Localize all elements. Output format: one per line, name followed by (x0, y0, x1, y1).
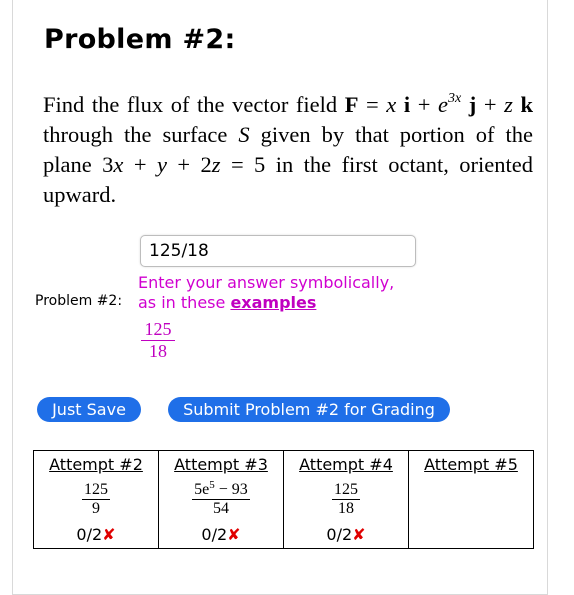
attempt-denominator: 9 (92, 500, 100, 517)
preview-denominator: 18 (149, 341, 167, 361)
page-frame-right (547, 0, 548, 595)
attempt-score: 0/2✘ (284, 525, 408, 545)
hint-line-2: as in these (138, 293, 226, 312)
attempt-cell: Attempt #3 5e5 − 93 54 0/2✘ (158, 450, 284, 549)
attempt-numerator: 5e5 − 93 (192, 480, 250, 499)
attempt-score-value: 0/2 (201, 525, 228, 544)
problem-statement: Find the flux of the vector field F = x … (43, 91, 533, 208)
attempt-score: 0/2✘ (34, 525, 158, 545)
attempt-score: 0/2✘ (159, 525, 283, 545)
numerator-base: 5e (194, 481, 210, 498)
submit-button[interactable]: Submit Problem #2 for Grading (168, 397, 450, 422)
preview-numerator: 125 (144, 319, 172, 339)
attempt-header[interactable]: Attempt #2 (34, 455, 158, 475)
attempt-header[interactable]: Attempt #4 (284, 455, 408, 475)
attempt-numerator: 125 (334, 481, 358, 498)
attempt-answer: 125 18 (332, 481, 360, 518)
attempt-numerator: 125 (84, 481, 108, 498)
attempts-table: Attempt #2 125 9 0/2✘ Attempt #3 5e5 − 9… (33, 450, 534, 549)
wrong-mark-icon: ✘ (227, 525, 241, 544)
hint-line-1: Enter your answer symbolically, (138, 273, 395, 292)
attempt-answer: 125 9 (82, 481, 110, 518)
answer-input[interactable]: 125/18 (140, 235, 416, 267)
attempt-header[interactable]: Attempt #3 (159, 455, 283, 475)
attempt-cell: Attempt #2 125 9 0/2✘ (33, 450, 159, 549)
attempt-cell: Attempt #5 (408, 450, 534, 549)
attempt-cell: Attempt #4 125 18 0/2✘ (283, 450, 409, 549)
attempt-denominator: 54 (212, 500, 229, 517)
attempt-score-value: 0/2 (76, 525, 103, 544)
attempt-header[interactable]: Attempt #5 (409, 455, 533, 475)
problem-label: Problem #2: (35, 293, 123, 309)
examples-link[interactable]: examples (230, 293, 316, 312)
just-save-button[interactable]: Just Save (37, 397, 141, 422)
numerator-tail: − 93 (214, 481, 248, 498)
attempt-score-value: 0/2 (326, 525, 353, 544)
problem-title: Problem #2: (44, 24, 236, 55)
attempt-answer: 5e5 − 93 54 (192, 480, 250, 518)
wrong-mark-icon: ✘ (102, 525, 116, 544)
attempt-denominator: 18 (338, 500, 354, 517)
page-frame-left (12, 0, 13, 595)
answer-preview: 125 18 (141, 319, 175, 360)
answer-hint: Enter your answer symbolically, as in th… (138, 273, 394, 313)
wrong-mark-icon: ✘ (352, 525, 366, 544)
